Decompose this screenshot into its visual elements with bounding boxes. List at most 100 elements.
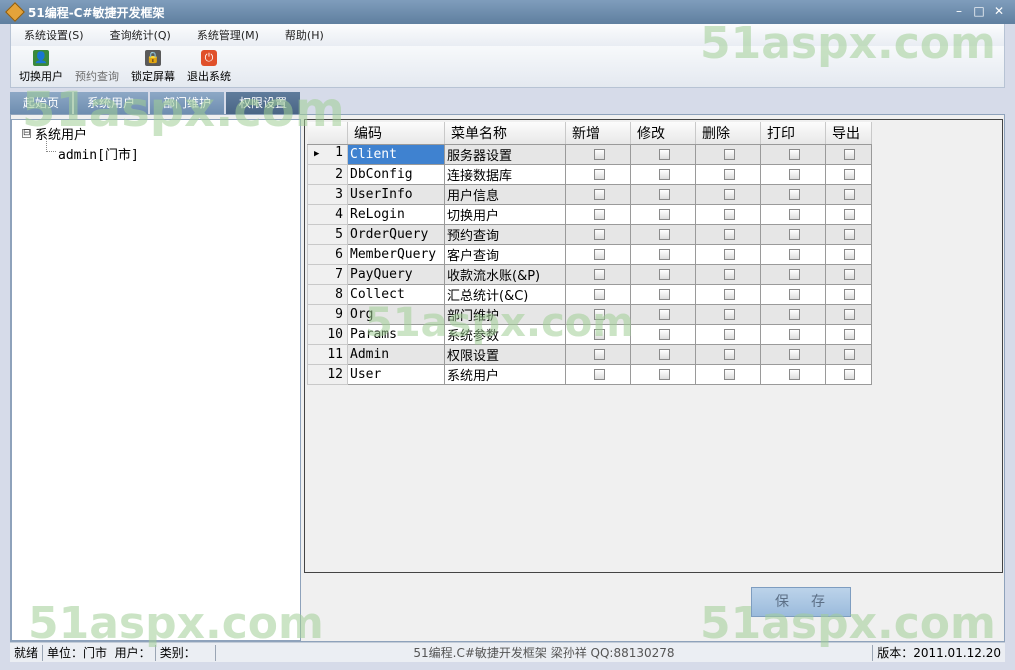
checkbox-edit[interactable] [658, 188, 670, 200]
tree-node-admin[interactable]: admin[门市] [58, 144, 139, 163]
checkbox-add[interactable] [593, 288, 605, 300]
checkbox-delete[interactable] [723, 228, 735, 240]
checkbox-edit[interactable] [658, 168, 670, 180]
cell-code[interactable]: User [347, 363, 445, 385]
column-header-code[interactable]: 编码 [347, 122, 445, 145]
checkbox-print[interactable] [788, 348, 800, 360]
checkbox-delete[interactable] [723, 148, 735, 160]
cell-menu-name[interactable]: 预约查询 [444, 223, 566, 245]
tab-permissions[interactable]: 权限设置 [226, 92, 301, 114]
checkbox-delete[interactable] [723, 368, 735, 380]
row-header[interactable]: 9 [307, 303, 348, 325]
checkbox-export[interactable] [844, 148, 855, 160]
checkbox-export[interactable] [844, 328, 855, 340]
table-row[interactable]: 9 Org 部门维护 [307, 303, 872, 325]
row-header[interactable]: 4 [307, 203, 348, 225]
checkbox-print[interactable] [788, 268, 800, 280]
cell-menu-name[interactable]: 系统用户 [444, 363, 566, 385]
column-header-edit[interactable]: 修改 [630, 122, 696, 145]
row-header[interactable]: 5 [307, 223, 348, 245]
table-row[interactable]: 10 Params 系统参数 [307, 323, 872, 345]
cell-code[interactable]: Params [347, 323, 445, 345]
row-header[interactable]: 11 [307, 343, 348, 365]
checkbox-delete[interactable] [723, 188, 735, 200]
save-button[interactable]: 保存 [751, 587, 851, 617]
row-header[interactable]: ▶ 1 [307, 143, 348, 165]
row-header[interactable]: 6 [307, 243, 348, 265]
checkbox-add[interactable] [593, 228, 605, 240]
checkbox-export[interactable] [844, 208, 855, 220]
column-header-delete[interactable]: 删除 [695, 122, 761, 145]
tree-root-node[interactable]: ⊟ 系统用户 [22, 124, 87, 143]
cell-code[interactable]: ReLogin [347, 203, 445, 225]
table-row[interactable]: 4 ReLogin 切换用户 [307, 203, 872, 225]
checkbox-delete[interactable] [723, 268, 735, 280]
checkbox-add[interactable] [593, 268, 605, 280]
checkbox-add[interactable] [593, 308, 605, 320]
checkbox-export[interactable] [844, 368, 855, 380]
column-header-export[interactable]: 导出 [825, 122, 872, 145]
checkbox-add[interactable] [593, 248, 605, 260]
cell-menu-name[interactable]: 系统参数 [444, 323, 566, 345]
menu-help[interactable]: 帮助(H) [272, 27, 337, 43]
column-header-menu-name[interactable]: 菜单名称 [444, 122, 566, 145]
cell-code[interactable]: PayQuery [347, 263, 445, 285]
checkbox-export[interactable] [844, 288, 855, 300]
checkbox-print[interactable] [788, 308, 800, 320]
exit-system-button[interactable]: ⏻ 退出系统 [187, 50, 231, 84]
cell-menu-name[interactable]: 收款流水账(&P) [444, 263, 566, 285]
collapse-icon[interactable]: ⊟ [22, 129, 31, 138]
checkbox-export[interactable] [844, 228, 855, 240]
cell-code[interactable]: Org [347, 303, 445, 325]
column-header-print[interactable]: 打印 [760, 122, 826, 145]
cell-menu-name[interactable]: 连接数据库 [444, 163, 566, 185]
checkbox-delete[interactable] [723, 208, 735, 220]
tab-start-page[interactable]: 起始页 [10, 92, 73, 114]
table-row[interactable]: 7 PayQuery 收款流水账(&P) [307, 263, 872, 285]
row-header[interactable]: 2 [307, 163, 348, 185]
tab-system-users[interactable]: 系统用户 [74, 92, 149, 114]
checkbox-add[interactable] [593, 208, 605, 220]
checkbox-delete[interactable] [723, 348, 735, 360]
checkbox-edit[interactable] [658, 368, 670, 380]
table-row[interactable]: 3 UserInfo 用户信息 [307, 183, 872, 205]
table-row[interactable]: 2 DbConfig 连接数据库 [307, 163, 872, 185]
minimize-icon[interactable]: – [951, 3, 967, 19]
cell-code[interactable]: Client [347, 143, 445, 165]
checkbox-export[interactable] [844, 348, 855, 360]
cell-code[interactable]: Admin [347, 343, 445, 365]
checkbox-export[interactable] [844, 248, 855, 260]
column-header-add[interactable]: 新增 [565, 122, 631, 145]
menu-query-stats[interactable]: 查询统计(Q) [97, 27, 184, 43]
checkbox-delete[interactable] [723, 308, 735, 320]
cell-code[interactable]: UserInfo [347, 183, 445, 205]
checkbox-print[interactable] [788, 228, 800, 240]
row-header[interactable]: 10 [307, 323, 348, 345]
menu-system-settings[interactable]: 系统设置(S) [11, 27, 97, 43]
table-row[interactable]: ▶ 1 Client 服务器设置 [307, 143, 872, 165]
cell-menu-name[interactable]: 权限设置 [444, 343, 566, 365]
lock-screen-button[interactable]: 🔒 锁定屏幕 [131, 50, 175, 84]
cell-code[interactable]: MemberQuery [347, 243, 445, 265]
cell-menu-name[interactable]: 切换用户 [444, 203, 566, 225]
order-query-button[interactable]: 预约查询 [75, 50, 119, 84]
row-header[interactable]: 7 [307, 263, 348, 285]
checkbox-add[interactable] [593, 348, 605, 360]
checkbox-add[interactable] [593, 148, 605, 160]
checkbox-edit[interactable] [658, 148, 670, 160]
cell-menu-name[interactable]: 部门维护 [444, 303, 566, 325]
table-row[interactable]: 8 Collect 汇总统计(&C) [307, 283, 872, 305]
maximize-icon[interactable]: □ [971, 3, 987, 19]
checkbox-add[interactable] [593, 168, 605, 180]
checkbox-print[interactable] [788, 208, 800, 220]
checkbox-export[interactable] [844, 308, 855, 320]
checkbox-edit[interactable] [658, 328, 670, 340]
row-header[interactable]: 12 [307, 363, 348, 385]
checkbox-edit[interactable] [658, 228, 670, 240]
checkbox-edit[interactable] [658, 348, 670, 360]
checkbox-edit[interactable] [658, 248, 670, 260]
checkbox-delete[interactable] [723, 248, 735, 260]
checkbox-print[interactable] [788, 248, 800, 260]
table-row[interactable]: 12 User 系统用户 [307, 363, 872, 385]
checkbox-add[interactable] [593, 188, 605, 200]
